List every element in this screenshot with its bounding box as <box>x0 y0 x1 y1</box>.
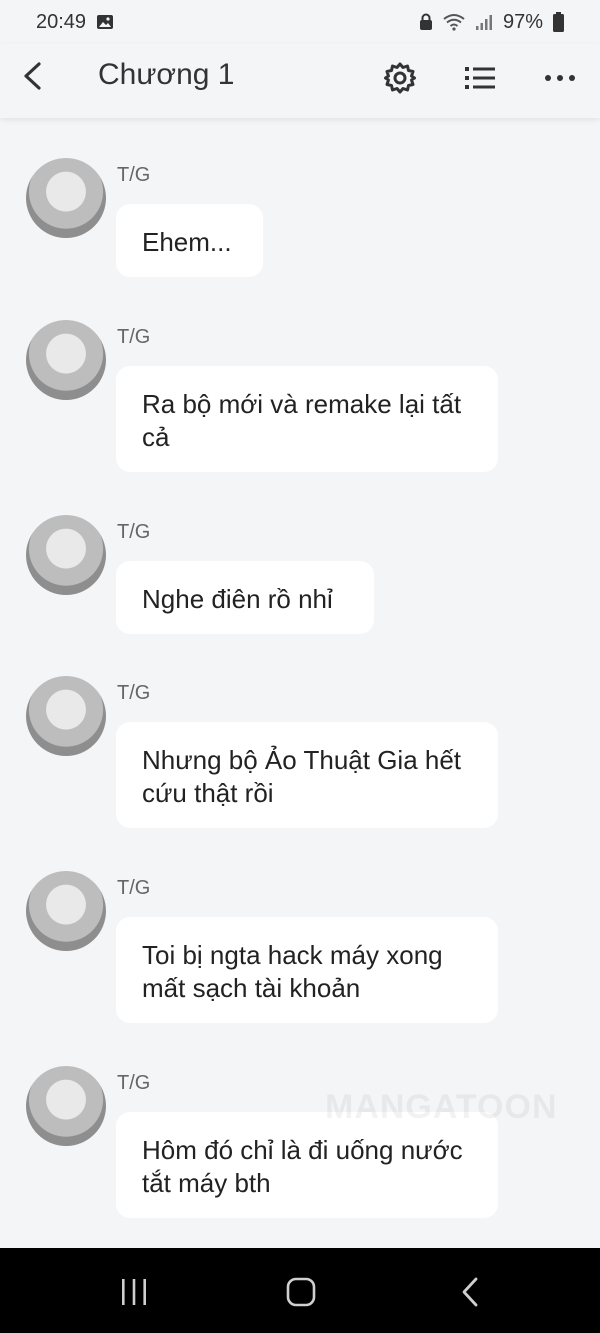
chapter-title: Chương 1 <box>98 58 235 91</box>
chat-list[interactable]: T/G Ehem... T/G Ra bộ mới và remake lại … <box>0 118 600 1248</box>
avatar[interactable] <box>26 871 106 951</box>
message-bubble: Ehem... <box>116 204 263 277</box>
author-name: T/G <box>117 164 151 186</box>
recents-icon[interactable] <box>112 1270 156 1314</box>
avatar[interactable] <box>26 676 106 756</box>
status-bar: 20:49 97% <box>0 0 600 44</box>
message-bubble: Nghe điên rồ nhỉ <box>116 561 374 634</box>
status-right: 97% <box>419 11 564 34</box>
message-bubble: Toi bị ngta hack máy xong mất sạch tài k… <box>116 917 498 1023</box>
back-icon[interactable] <box>16 60 48 92</box>
message-bubble: Hôm đó chỉ là đi uống nước tắt máy bth <box>116 1112 498 1218</box>
avatar[interactable] <box>26 158 106 238</box>
message-bubble: Nhưng bộ Ảo Thuật Gia hết cứu thật rồi <box>116 722 498 828</box>
lock-icon <box>419 13 433 31</box>
author-name: T/G <box>117 521 151 543</box>
author-name: T/G <box>117 682 151 704</box>
author-name: T/G <box>117 877 151 899</box>
message-bubble: Ra bộ mới và remake lại tất cả <box>116 366 498 472</box>
settings-icon[interactable] <box>382 60 418 96</box>
system-nav-bar <box>0 1248 600 1333</box>
battery-percent: 97% <box>502 10 543 33</box>
status-time: 20:49 <box>36 10 87 33</box>
list-icon[interactable] <box>462 60 498 96</box>
status-left: 20:49 <box>36 11 114 34</box>
gallery-icon <box>96 13 114 31</box>
author-name: T/G <box>117 326 151 348</box>
avatar[interactable] <box>26 1066 106 1146</box>
more-icon[interactable] <box>542 60 578 96</box>
author-name: T/G <box>117 1072 151 1094</box>
app-bar: Chương 1 <box>0 44 600 118</box>
avatar[interactable] <box>26 320 106 400</box>
avatar[interactable] <box>26 515 106 595</box>
wifi-icon <box>443 13 465 31</box>
home-icon[interactable] <box>279 1270 323 1314</box>
back-nav-icon[interactable] <box>448 1270 492 1314</box>
battery-icon <box>553 12 564 32</box>
signal-icon <box>475 13 493 31</box>
watermark: MANGATOON <box>325 1088 558 1126</box>
